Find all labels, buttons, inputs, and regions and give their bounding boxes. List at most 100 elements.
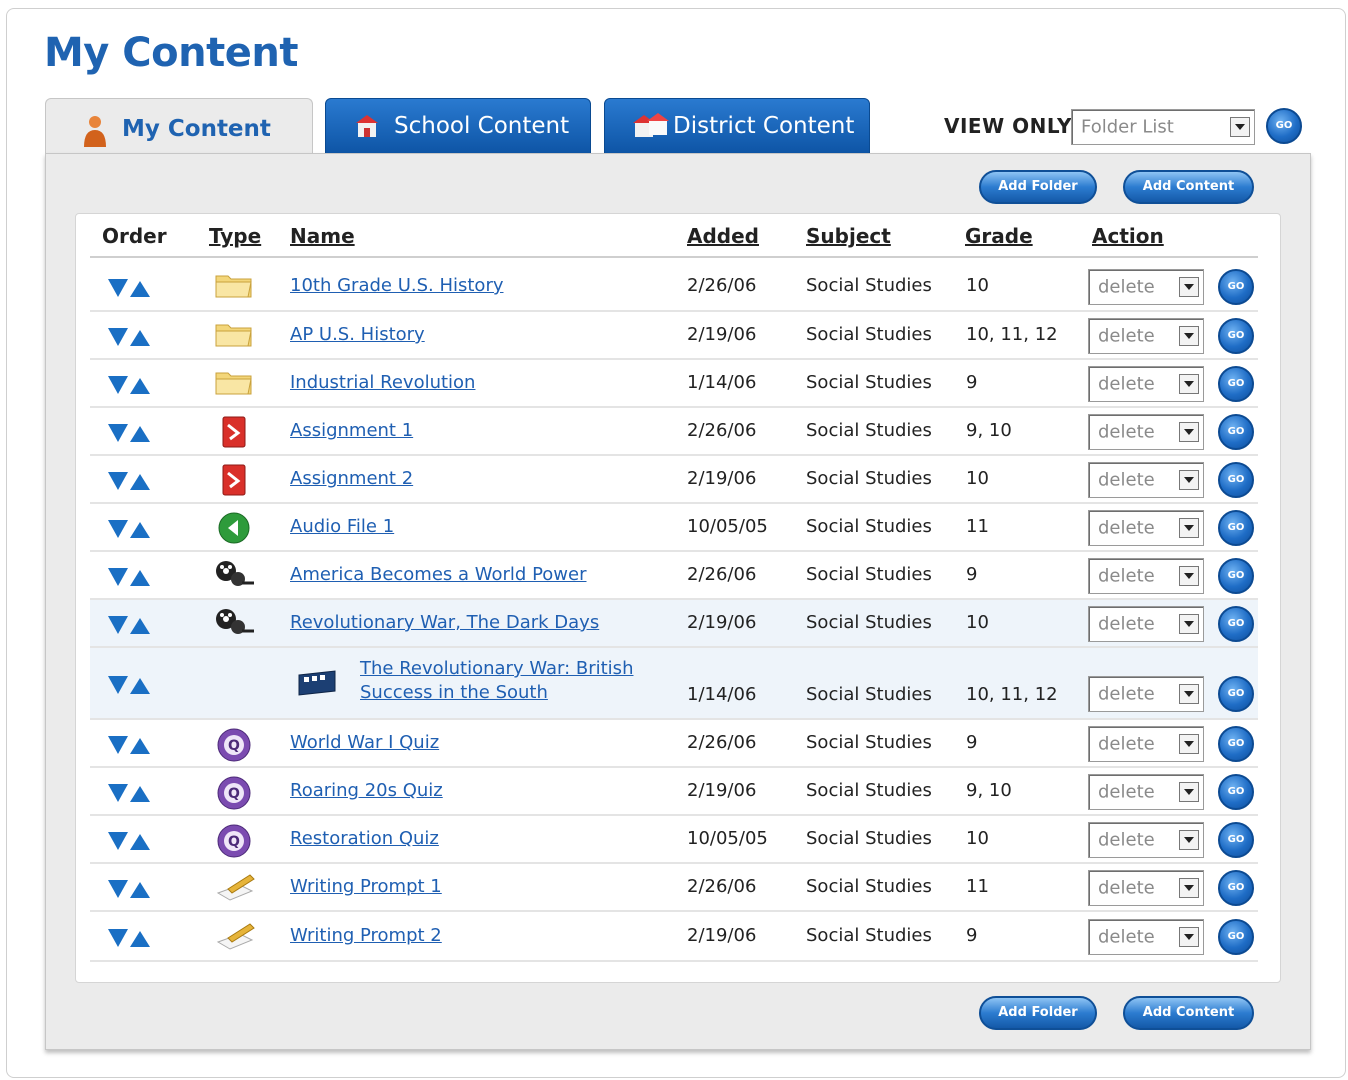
- content-name-link[interactable]: Revolutionary War, The Dark Days: [290, 612, 599, 633]
- added-date: 2/26/06: [687, 275, 757, 296]
- action-select[interactable]: delete: [1088, 774, 1204, 810]
- move-up-icon[interactable]: [130, 882, 150, 898]
- action-select[interactable]: delete: [1088, 822, 1204, 858]
- action-go-button[interactable]: GO: [1218, 462, 1254, 498]
- action-select[interactable]: delete: [1088, 558, 1204, 594]
- action-go-button[interactable]: GO: [1218, 676, 1254, 712]
- move-down-icon[interactable]: [108, 676, 128, 694]
- action-go-button[interactable]: GO: [1218, 414, 1254, 450]
- move-down-icon[interactable]: [108, 376, 128, 394]
- action-go-button[interactable]: GO: [1218, 269, 1254, 305]
- move-down-icon[interactable]: [108, 616, 128, 634]
- action-select[interactable]: delete: [1088, 462, 1204, 498]
- move-down-icon[interactable]: [108, 929, 128, 947]
- subject: Social Studies: [806, 468, 932, 489]
- view-select[interactable]: Folder List: [1071, 109, 1255, 145]
- chevron-down-icon: [1179, 326, 1199, 346]
- move-down-icon[interactable]: [108, 472, 128, 490]
- header-grade[interactable]: Grade: [965, 224, 1033, 248]
- action-select[interactable]: delete: [1088, 606, 1204, 642]
- action-select[interactable]: delete: [1088, 269, 1204, 305]
- content-name-link[interactable]: Assignment 2: [290, 468, 413, 489]
- move-down-icon[interactable]: [108, 568, 128, 586]
- action-select[interactable]: delete: [1088, 366, 1204, 402]
- header-name[interactable]: Name: [290, 224, 355, 248]
- action-go-button[interactable]: GO: [1218, 510, 1254, 546]
- added-date: 10/05/05: [687, 828, 768, 849]
- move-down-icon[interactable]: [108, 736, 128, 754]
- move-up-icon[interactable]: [130, 834, 150, 850]
- content-name-link[interactable]: Restoration Quiz: [290, 828, 439, 849]
- action-go-button[interactable]: GO: [1218, 558, 1254, 594]
- header-added[interactable]: Added: [687, 224, 759, 248]
- header-subject[interactable]: Subject: [806, 224, 891, 248]
- add-folder-button-bottom[interactable]: Add Folder: [979, 996, 1097, 1030]
- content-name-link[interactable]: Industrial Revolution: [290, 372, 475, 393]
- content-name-link[interactable]: Writing Prompt 2: [290, 925, 442, 946]
- content-name-link[interactable]: AP U.S. History: [290, 324, 425, 345]
- content-name-link[interactable]: America Becomes a World Power: [290, 564, 587, 585]
- move-up-icon[interactable]: [130, 281, 150, 297]
- action-go-button[interactable]: GO: [1218, 606, 1254, 642]
- action-select[interactable]: delete: [1088, 510, 1204, 546]
- move-up-icon[interactable]: [130, 330, 150, 346]
- action-go-button[interactable]: GO: [1218, 366, 1254, 402]
- content-name-link[interactable]: World War I Quiz: [290, 732, 439, 753]
- view-go-button[interactable]: GO: [1266, 108, 1302, 144]
- content-name-link[interactable]: Audio File 1: [290, 516, 394, 537]
- subject: Social Studies: [806, 732, 932, 753]
- move-up-icon[interactable]: [130, 931, 150, 947]
- move-up-icon[interactable]: [130, 786, 150, 802]
- tab-district-content[interactable]: District Content: [604, 98, 870, 154]
- content-name-link[interactable]: 10th Grade U.S. History: [290, 275, 504, 296]
- tab-school-content[interactable]: School Content: [325, 98, 591, 154]
- move-down-icon[interactable]: [108, 784, 128, 802]
- action-go-button[interactable]: GO: [1218, 318, 1254, 354]
- move-down-icon[interactable]: [108, 279, 128, 297]
- chevron-down-icon: [1179, 734, 1199, 754]
- move-up-icon[interactable]: [130, 618, 150, 634]
- grade: 10, 11, 12: [966, 684, 1058, 705]
- action-go-button[interactable]: GO: [1218, 870, 1254, 906]
- move-down-icon[interactable]: [108, 520, 128, 538]
- add-content-button-top[interactable]: Add Content: [1123, 170, 1254, 204]
- action-select[interactable]: delete: [1088, 318, 1204, 354]
- school-icon: [352, 111, 382, 141]
- content-name-link-line2[interactable]: Success in the South: [360, 682, 548, 703]
- add-folder-button-top[interactable]: Add Folder: [979, 170, 1097, 204]
- action-go-button[interactable]: GO: [1218, 774, 1254, 810]
- action-select[interactable]: delete: [1088, 676, 1204, 712]
- subject: Social Studies: [806, 925, 932, 946]
- move-up-icon[interactable]: [130, 738, 150, 754]
- content-name-link[interactable]: Writing Prompt 1: [290, 876, 442, 897]
- move-up-icon[interactable]: [130, 678, 150, 694]
- subject: Social Studies: [806, 612, 932, 633]
- add-content-button-bottom[interactable]: Add Content: [1123, 996, 1254, 1030]
- move-down-icon[interactable]: [108, 328, 128, 346]
- move-up-icon[interactable]: [130, 570, 150, 586]
- chevron-down-icon: [1179, 927, 1199, 947]
- move-up-icon[interactable]: [130, 378, 150, 394]
- move-up-icon[interactable]: [130, 522, 150, 538]
- action-go-button[interactable]: GO: [1218, 822, 1254, 858]
- action-select[interactable]: delete: [1088, 414, 1204, 450]
- action-select[interactable]: delete: [1088, 870, 1204, 906]
- content-name-link[interactable]: Assignment 1: [290, 420, 413, 441]
- move-down-icon[interactable]: [108, 880, 128, 898]
- tab-my-content[interactable]: My Content: [45, 98, 313, 158]
- action-go-button[interactable]: GO: [1218, 919, 1254, 955]
- header-type[interactable]: Type: [209, 224, 261, 248]
- action-select[interactable]: delete: [1088, 919, 1204, 955]
- chevron-down-icon: [1179, 470, 1199, 490]
- action-select[interactable]: delete: [1088, 726, 1204, 762]
- content-name-link[interactable]: Roaring 20s Quiz: [290, 780, 443, 801]
- action-go-button[interactable]: GO: [1218, 726, 1254, 762]
- reorder-arrows: [108, 784, 156, 804]
- move-down-icon[interactable]: [108, 832, 128, 850]
- content-name-link[interactable]: The Revolutionary War: British: [360, 658, 633, 679]
- move-up-icon[interactable]: [130, 426, 150, 442]
- move-down-icon[interactable]: [108, 424, 128, 442]
- added-date: 2/19/06: [687, 780, 757, 801]
- move-up-icon[interactable]: [130, 474, 150, 490]
- subject: Social Studies: [806, 516, 932, 537]
